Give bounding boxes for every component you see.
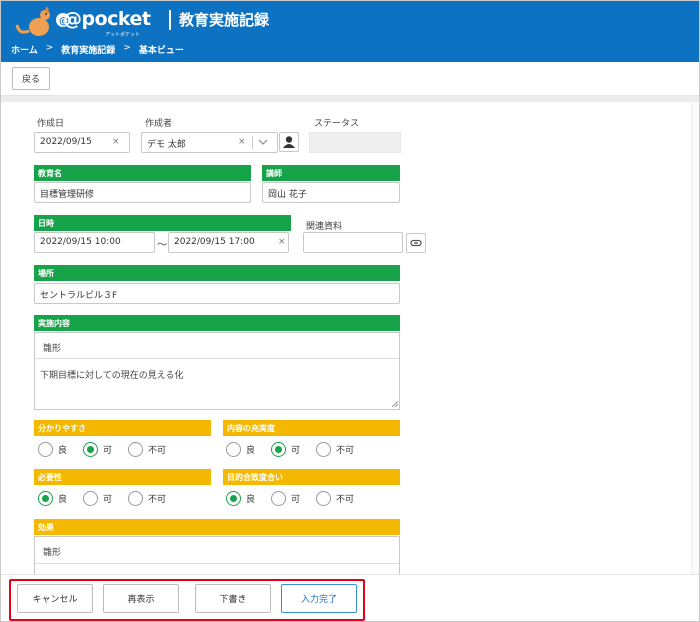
radio-icon [128,442,144,457]
redisplay-button[interactable]: 再表示 [103,584,179,613]
page-title: 教育実施記録 [179,11,270,29]
app-window: @ @pocket アットポケット 教育実施記録 ホーム > 教育実施記録 > … [0,0,700,622]
radio-icon [316,491,332,506]
paperclip-icon [410,239,422,247]
necessity-option-poor[interactable]: 不可 [128,491,166,506]
richness-radio-group: 良 可 不可 [226,442,370,457]
radio-icon [226,442,241,457]
necessity-header: 必要性 [34,469,211,485]
goal-fit-option-fair[interactable]: 可 [271,491,300,506]
status-label: ステータス [314,119,360,129]
goal-fit-option-poor[interactable]: 不可 [316,491,354,506]
breadcrumb-chevron-icon: > [123,43,131,53]
toolbar: 戻る [1,62,699,96]
place-input[interactable]: セントラルビル３F [34,283,400,304]
radio-icon [128,491,144,506]
status-field [309,132,401,153]
attach-button[interactable] [406,233,426,253]
effect-divider [35,563,399,564]
goal-fit-header: 目的合致度合い [223,469,400,485]
form-area: 作成日 2022/09/15 × 作成者 デモ 太郎 × ステータス 教育名 目… [7,102,691,574]
start-datetime-input[interactable]: 2022/09/15 10:00 [34,232,155,253]
radio-selected-icon [226,491,241,506]
datetime-header: 日時 [34,215,291,231]
back-button[interactable]: 戻る [12,67,50,90]
chevron-down-icon[interactable] [258,139,268,146]
radio-icon [316,442,332,457]
necessity-radio-group: 良 可 不可 [38,491,182,506]
radio-icon [271,491,287,506]
breadcrumb-app[interactable]: 教育実施記録 [61,43,115,56]
materials-label: 関連資料 [306,222,343,232]
place-header: 場所 [34,265,400,281]
clarity-radio-group: 良 可 不可 [38,442,182,457]
clarity-header: 分かりやすさ [34,420,211,436]
content-template-button[interactable]: 雛形 [43,341,61,354]
content-textarea[interactable]: 下期目標に対しての現在の見える化 [40,368,183,381]
draft-button[interactable]: 下書き [195,584,271,613]
course-name-input[interactable]: 目標管理研修 [34,182,251,203]
richness-option-poor[interactable]: 不可 [316,442,354,457]
person-icon [283,136,295,148]
created-date-label: 作成日 [37,119,65,129]
resize-handle-icon[interactable] [392,401,398,407]
richness-option-good[interactable]: 良 [226,442,255,457]
necessity-option-fair[interactable]: 可 [83,491,112,506]
instructor-input[interactable]: 岡山 花子 [262,182,400,203]
course-name-header: 教育名 [34,165,251,181]
effect-header: 効果 [34,519,400,535]
radio-icon [83,491,99,506]
richness-option-fair[interactable]: 可 [271,442,300,457]
range-tilde: ～ [157,240,167,251]
clarity-option-poor[interactable]: 不可 [128,442,166,457]
clear-author-icon[interactable]: × [238,137,246,147]
clarity-option-fair[interactable]: 可 [83,442,112,457]
clear-datetime-icon[interactable]: × [278,237,286,247]
materials-input[interactable] [303,232,403,253]
content-divider [35,358,399,359]
breadcrumb-home[interactable]: ホーム [11,43,38,56]
user-picker-button[interactable] [279,132,299,152]
radio-icon [38,442,53,457]
effect-template-button[interactable]: 雛形 [43,545,61,558]
radio-selected-icon [83,442,99,457]
richness-header: 内容の充実度 [223,420,400,436]
content-header: 実施内容 [34,315,400,331]
instructor-header: 講師 [262,165,400,181]
author-label: 作成者 [145,119,173,129]
clarity-option-good[interactable]: 良 [38,442,67,457]
goal-fit-radio-group: 良 可 不可 [226,491,370,506]
header-divider [169,10,171,30]
cancel-button[interactable]: キャンセル [17,584,93,613]
breadcrumb-chevron-icon: > [45,43,54,53]
clear-date-icon[interactable]: × [112,137,120,147]
breadcrumb-view[interactable]: 基本ビュー [139,43,184,56]
necessity-option-good[interactable]: 良 [38,491,67,506]
logo-text: @pocket [63,8,151,30]
breadcrumb: ホーム > 教育実施記録 > 基本ビュー [11,43,184,56]
app-header: @ @pocket アットポケット 教育実施記録 ホーム > 教育実施記録 > … [1,1,699,62]
radio-selected-icon [38,491,53,506]
effect-panel [34,536,400,574]
complete-button[interactable]: 入力完了 [281,584,357,613]
end-datetime-input[interactable]: 2022/09/15 17:00 [168,232,289,253]
select-divider [252,136,253,149]
footer-bar: キャンセル 再表示 下書き 入力完了 [1,574,699,621]
radio-selected-icon [271,442,287,457]
scrollbar[interactable] [691,102,699,574]
goal-fit-option-good[interactable]: 良 [226,491,255,506]
logo-subtext: アットポケット [105,32,141,38]
